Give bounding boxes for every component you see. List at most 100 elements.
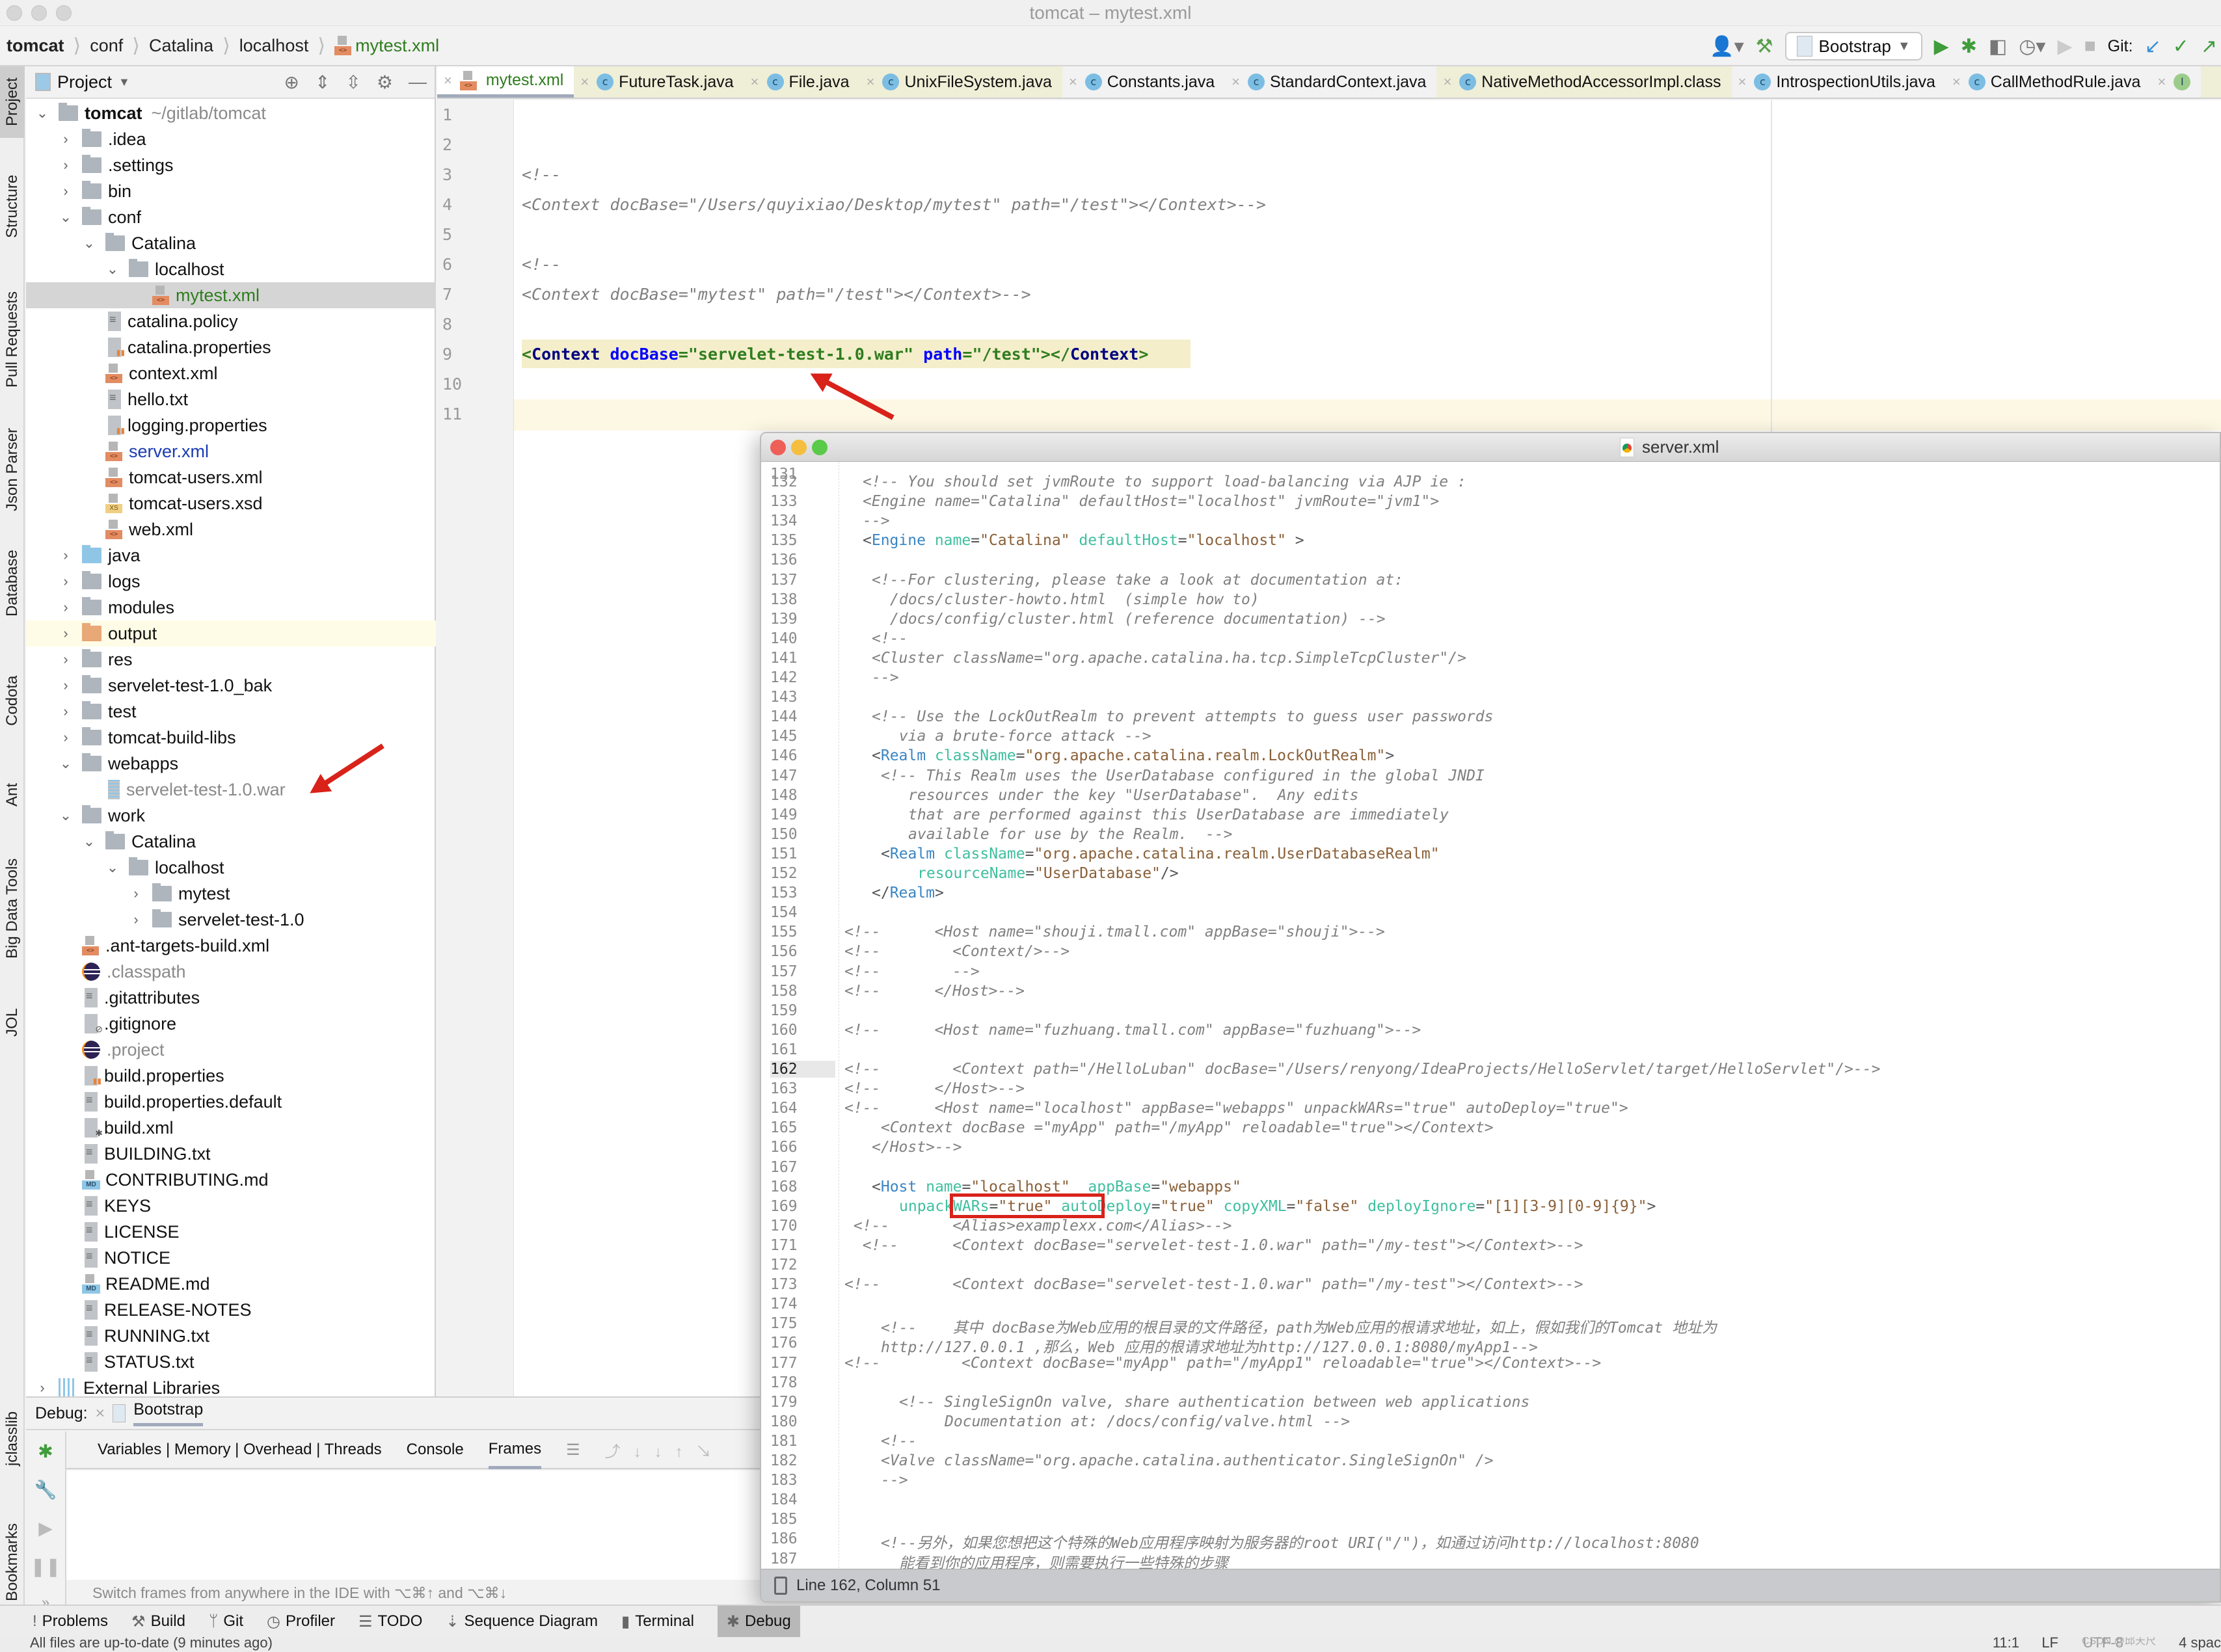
close-tab-icon[interactable]: ×: [1232, 73, 1240, 90]
close-tab-icon[interactable]: ×: [751, 73, 759, 90]
tool-tab-structure[interactable]: Structure: [0, 151, 25, 261]
editor-tab[interactable]: × c Constants.java: [1062, 66, 1226, 98]
tree-item[interactable]: tomcat-users.xsd: [26, 490, 436, 516]
editor-tab[interactable]: × c UnixFileSystem.java: [860, 66, 1062, 98]
expand-all-icon[interactable]: ⇕: [315, 72, 330, 93]
chevron-down-icon[interactable]: ⌄: [59, 209, 73, 226]
git-push-icon[interactable]: ↗: [2201, 35, 2217, 58]
gear-icon[interactable]: ⚙: [377, 72, 393, 93]
build-hammer-icon[interactable]: ⚒: [1756, 35, 1773, 58]
editor-tab[interactable]: × I: [2151, 66, 2201, 98]
editor-tab[interactable]: × c IntrospectionUtils.java: [1731, 66, 1946, 98]
tree-item[interactable]: › servelet-test-1.0: [26, 907, 436, 933]
debug-tab-console[interactable]: Console: [407, 1441, 464, 1459]
wrench-icon[interactable]: 🔧: [34, 1479, 57, 1500]
chevron-down-icon[interactable]: ⌄: [59, 807, 73, 824]
tree-item[interactable]: ⌄ localhost: [26, 256, 436, 282]
tree-item[interactable]: context.xml: [26, 360, 436, 386]
tree-item[interactable]: › test: [26, 699, 436, 725]
chevron-down-icon[interactable]: ⌄: [105, 261, 120, 278]
tool-tab-json-parser[interactable]: Json Parser: [0, 418, 25, 522]
tree-item[interactable]: servelet-test-1.0.war: [26, 777, 436, 803]
collapse-all-icon[interactable]: ⇳: [345, 72, 360, 93]
tool-window-profiler[interactable]: ◷ Profiler: [267, 1612, 335, 1631]
chevron-down-icon[interactable]: ⌄: [35, 105, 49, 122]
tree-item[interactable]: › java: [26, 542, 436, 568]
tool-window-terminal[interactable]: ▮ Terminal: [621, 1612, 694, 1631]
sidebar-toggle-icon[interactable]: [774, 1576, 787, 1595]
tree-item[interactable]: .gitattributes: [26, 985, 436, 1011]
close-tab-icon[interactable]: ×: [580, 73, 589, 90]
tree-item[interactable]: ⌄ localhost: [26, 855, 436, 881]
chevron-right-icon[interactable]: ›: [59, 183, 73, 200]
zoom-window-button[interactable]: [812, 440, 828, 455]
tool-window-debug[interactable]: ✱ Debug: [717, 1606, 800, 1637]
tree-item[interactable]: logging.properties: [26, 412, 436, 438]
editor-tab[interactable]: × c NativeMethodAccessorImpl.class: [1436, 66, 1731, 98]
tool-tab-project[interactable]: Project: [0, 66, 25, 138]
tool-window-build[interactable]: ⚒ Build: [131, 1612, 185, 1631]
chevron-right-icon[interactable]: ›: [129, 885, 143, 902]
tree-item[interactable]: build.xml: [26, 1115, 436, 1141]
frames-list[interactable]: [66, 1471, 761, 1580]
tool-tab-jol[interactable]: JOL: [0, 983, 25, 1061]
tree-item[interactable]: NOTICE: [26, 1245, 436, 1271]
tree-item[interactable]: ⌄ Catalina: [26, 230, 436, 256]
tree-item[interactable]: server.xml: [26, 438, 436, 464]
hide-icon[interactable]: —: [409, 72, 427, 93]
tool-window-problems[interactable]: ! Problems: [33, 1612, 108, 1631]
chevron-right-icon[interactable]: ›: [59, 547, 73, 564]
tree-item[interactable]: › output: [26, 620, 436, 646]
chevron-down-icon[interactable]: ⌄: [82, 833, 96, 850]
tool-tab-database[interactable]: Database: [0, 528, 25, 639]
step-icons[interactable]: ⤴↓↓↑↘: [605, 1439, 725, 1461]
debug-tab-frames[interactable]: Frames: [488, 1440, 542, 1469]
stop-icon[interactable]: ■: [2084, 35, 2096, 57]
tree-item[interactable]: catalina.policy: [26, 308, 436, 334]
tree-item[interactable]: build.properties.default: [26, 1089, 436, 1115]
project-view-select[interactable]: Project: [57, 72, 112, 92]
close-icon[interactable]: ×: [96, 1404, 105, 1423]
debug-tab-variables[interactable]: Variables | Memory | Overhead | Threads: [98, 1441, 382, 1459]
rerun-debug-icon[interactable]: ✱: [38, 1441, 53, 1462]
chevron-down-icon[interactable]: ⌄: [105, 859, 120, 876]
user-icon[interactable]: 👤▾: [1710, 35, 1743, 58]
close-tab-icon[interactable]: ×: [1738, 73, 1747, 90]
tree-item[interactable]: ⌄ conf: [26, 204, 436, 230]
tree-item[interactable]: › .settings: [26, 152, 436, 178]
tree-item[interactable]: › mytest: [26, 881, 436, 907]
tree-item[interactable]: ⌄ Catalina: [26, 829, 436, 855]
line-separator[interactable]: LF: [2041, 1637, 2058, 1651]
tree-item[interactable]: .classpath: [26, 959, 436, 985]
tool-window-todo[interactable]: ☰ TODO: [358, 1612, 422, 1631]
chevron-right-icon[interactable]: ›: [59, 573, 73, 590]
git-commit-icon[interactable]: ✓: [2173, 35, 2189, 58]
editor-tab[interactable]: × c StandardContext.java: [1225, 66, 1437, 98]
tree-item[interactable]: CONTRIBUTING.md: [26, 1167, 436, 1193]
tree-item[interactable]: tomcat-users.xml: [26, 464, 436, 490]
tree-item[interactable]: › res: [26, 646, 436, 673]
tree-item[interactable]: › .idea: [26, 126, 436, 152]
tree-item[interactable]: › servelet-test-1.0_bak: [26, 673, 436, 699]
tree-item[interactable]: STATUS.txt: [26, 1349, 436, 1375]
chevron-right-icon[interactable]: ›: [59, 729, 73, 746]
tool-tab-big-data-tools[interactable]: Big Data Tools: [0, 840, 25, 977]
tree-item[interactable]: › logs: [26, 568, 436, 594]
profile-icon[interactable]: ◷▾: [2019, 35, 2045, 58]
pause-icon[interactable]: ❚❚: [31, 1556, 61, 1577]
editor-mytest-xml[interactable]: 1 2 3 4 5 6 7 8 9 10 11 <!-- <Context docBase="/Use…: [437, 100, 2221, 1368]
chevron-right-icon[interactable]: ›: [35, 1379, 49, 1396]
tree-item[interactable]: › bin: [26, 178, 436, 204]
tree-item[interactable]: › tomcat-build-libs: [26, 725, 436, 751]
layout-icon[interactable]: ☰: [566, 1441, 580, 1459]
tree-item[interactable]: ⌄ work: [26, 803, 436, 829]
tree-item[interactable]: BUILDING.txt: [26, 1141, 436, 1167]
chevron-right-icon[interactable]: ›: [59, 157, 73, 174]
git-update-icon[interactable]: ↙: [2145, 35, 2161, 58]
close-tab-icon[interactable]: ×: [2157, 73, 2166, 90]
locate-icon[interactable]: ⊕: [284, 72, 299, 93]
chevron-down-icon[interactable]: ⌄: [59, 755, 73, 772]
chevron-right-icon[interactable]: ›: [59, 651, 73, 668]
breadcrumb-item[interactable]: tomcat: [7, 36, 64, 56]
tool-tab-codota[interactable]: Codota: [0, 645, 25, 756]
